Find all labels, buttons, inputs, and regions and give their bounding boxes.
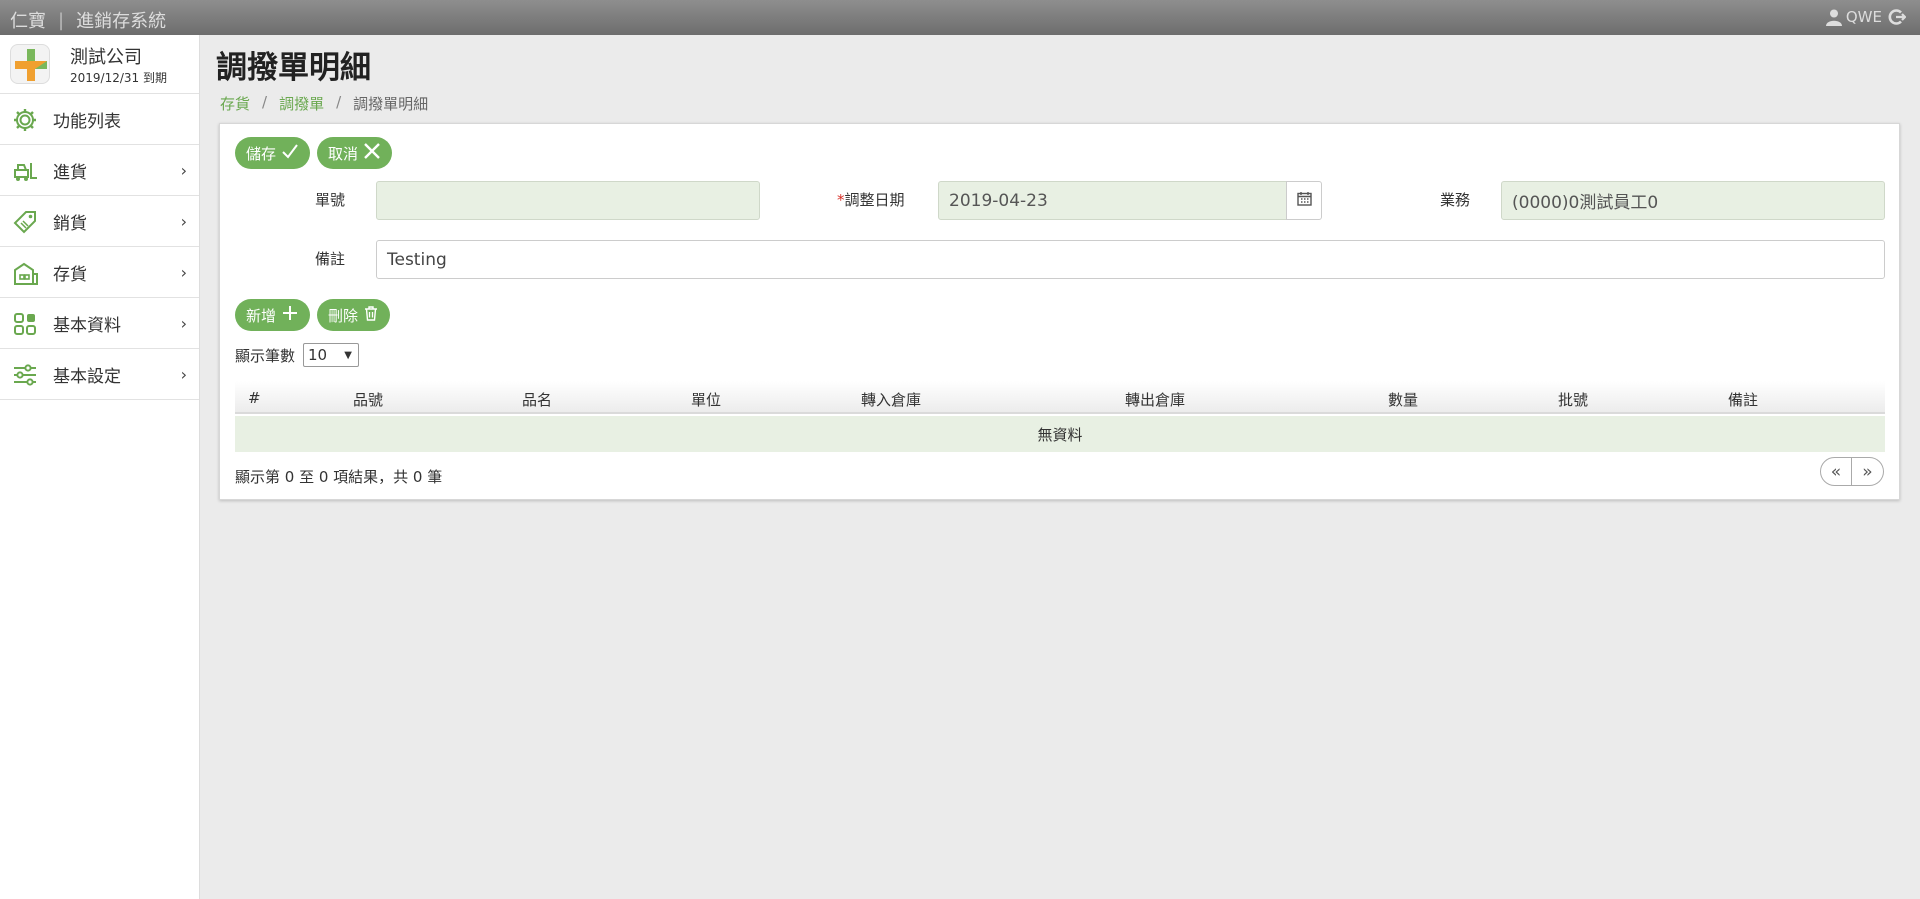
plus-icon: [276, 304, 299, 326]
company-name: 測試公司: [70, 47, 142, 68]
save-button[interactable]: 儲存: [235, 137, 311, 169]
date-label-text: 調整日期: [844, 191, 905, 209]
sidebar-item-label: 基本資料: [53, 315, 121, 336]
user-name[interactable]: QWE: [1846, 8, 1882, 26]
sidebar-item-inventory[interactable]: 存貨 ›: [0, 247, 199, 298]
sidebar-item-purchase[interactable]: 進貨 ›: [0, 145, 199, 196]
sidebar-item-label: 存貨: [53, 264, 87, 285]
pagination: « »: [1820, 457, 1885, 486]
col-note[interactable]: 備註: [1728, 389, 1758, 410]
save-button-label: 儲存: [246, 144, 277, 163]
sidebar-item-basic-settings[interactable]: 基本設定 ›: [0, 349, 199, 400]
chevron-right-icon: ›: [180, 313, 187, 333]
page-size-select[interactable]: 10 ▼: [303, 343, 359, 367]
date-field[interactable]: 2019-04-23: [938, 181, 1287, 220]
brand-separator: |: [58, 9, 65, 31]
close-icon: [358, 142, 381, 164]
required-mark: *: [837, 191, 845, 209]
table-header: # 品號 品名 單位 轉入倉庫 轉出倉庫 數量 批號 備註: [235, 381, 1885, 414]
col-batch-no[interactable]: 批號: [1558, 389, 1588, 410]
chevron-right-icon: ›: [180, 160, 187, 180]
staff-field[interactable]: (0000)0測試員工0: [1501, 181, 1885, 220]
sidebar-item-label: 銷貨: [53, 213, 87, 234]
company-header: 測試公司 2019/12/31 到期: [0, 35, 199, 94]
order-no-label: 單號: [315, 191, 346, 209]
col-item-no[interactable]: 品號: [353, 389, 383, 410]
app-brand: 仁寶 | 進銷存系統: [10, 7, 166, 33]
col-from-warehouse[interactable]: 轉出倉庫: [1125, 389, 1185, 410]
note-field[interactable]: Testing: [376, 240, 1885, 279]
page-size-label: 顯示筆數: [235, 347, 296, 365]
sidebar-item-function-list[interactable]: 功能列表: [0, 94, 199, 145]
sidebar-item-basic-data[interactable]: 基本資料 ›: [0, 298, 199, 349]
caret-down-icon: ▼: [344, 349, 352, 361]
col-unit[interactable]: 單位: [691, 389, 721, 410]
col-quantity[interactable]: 數量: [1388, 389, 1418, 410]
table-empty-row: 無資料: [235, 416, 1885, 452]
cancel-button-label: 取消: [328, 144, 359, 163]
breadcrumb-link-transfer[interactable]: 調撥單: [279, 93, 324, 114]
logout-icon[interactable]: [1888, 8, 1906, 26]
chevron-right-icon: ›: [180, 262, 187, 282]
grid-icon: [12, 311, 38, 337]
cancel-button[interactable]: 取消: [317, 137, 393, 169]
breadcrumb-current: 調撥單明細: [353, 95, 429, 113]
table-info: 顯示第 0 至 0 項結果，共 0 筆: [235, 468, 443, 486]
user-icon: [1825, 8, 1843, 26]
date-label: *調整日期: [837, 189, 905, 210]
staff-label: 業務: [1440, 191, 1471, 209]
tag-icon: [12, 209, 38, 235]
sidebar-item-label: 功能列表: [53, 111, 121, 132]
breadcrumb-separator: /: [262, 93, 268, 111]
breadcrumb-separator: /: [336, 93, 342, 111]
order-no-field[interactable]: [376, 181, 760, 220]
company-expiry: 2019/12/31 到期: [70, 71, 167, 85]
next-page-button[interactable]: »: [1852, 457, 1884, 486]
system-name: 進銷存系統: [76, 11, 167, 32]
calendar-button[interactable]: [1286, 181, 1322, 220]
note-label: 備註: [315, 250, 346, 268]
sidebar: 測試公司 2019/12/31 到期 功能列表 進貨 › 銷貨 › 存貨 › 基…: [0, 35, 200, 899]
check-icon: [276, 142, 299, 164]
col-index[interactable]: #: [248, 389, 261, 407]
top-bar: 仁寶 | 進銷存系統 QWE: [0, 0, 1920, 35]
warehouse-icon: [12, 260, 38, 286]
calendar-icon: [1296, 191, 1312, 210]
company-logo: [10, 44, 50, 84]
prev-page-button[interactable]: «: [1820, 457, 1852, 486]
chevron-right-icon: ›: [180, 364, 187, 384]
add-row-button[interactable]: 新增: [235, 299, 311, 331]
forklift-icon: [12, 158, 38, 184]
breadcrumb-link-inventory[interactable]: 存貨: [220, 93, 250, 114]
page-size-value: 10: [308, 346, 328, 364]
page-title: 調撥單明細: [216, 50, 371, 86]
chevron-right-icon: ›: [180, 211, 187, 231]
col-item-name[interactable]: 品名: [522, 389, 552, 410]
trash-icon: [358, 305, 379, 325]
delete-button-label: 刪除: [328, 306, 359, 325]
delete-row-button[interactable]: 刪除: [317, 299, 391, 331]
breadcrumb: 存貨 / 調撥單 / 調撥單明細: [220, 93, 428, 114]
sidebar-item-sales[interactable]: 銷貨 ›: [0, 196, 199, 247]
col-to-warehouse[interactable]: 轉入倉庫: [861, 389, 921, 410]
sidebar-item-label: 基本設定: [53, 366, 121, 387]
brand-name: 仁寶: [10, 11, 46, 32]
gear-icon: [12, 107, 38, 133]
sliders-icon: [12, 362, 38, 388]
sidebar-item-label: 進貨: [53, 162, 87, 183]
add-button-label: 新增: [246, 306, 277, 325]
user-area: QWE: [1825, 8, 1906, 26]
empty-text: 無資料: [1037, 425, 1083, 444]
